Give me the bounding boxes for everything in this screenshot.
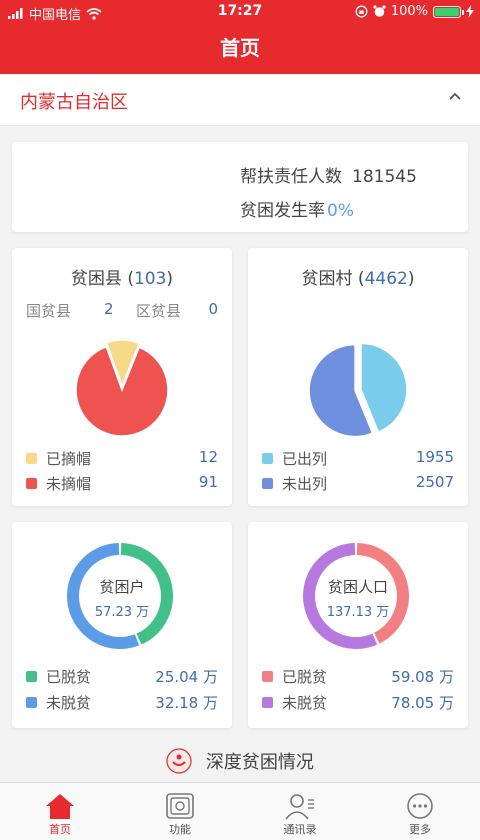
poverty-rate-label: 贫困发生率 [240,201,325,221]
contacts-icon [285,794,314,820]
slice-exited [360,342,408,433]
tab-home[interactable]: 首页 [20,791,100,837]
chevron-up-icon[interactable] [448,92,462,101]
legend-label: 未摘帽 [46,475,92,493]
county-pie-chart [75,340,169,437]
population-center-label: 贫困人口 137.13 万 [248,576,468,620]
legend-label: 已摘帽 [46,450,92,468]
household-title: 贫困户 [99,578,145,596]
deep-poverty-link[interactable]: 深度贫困情况 [0,748,480,778]
district-county-value: 0 [208,300,218,318]
legend-label: 已脱贫 [46,668,92,686]
village-card[interactable]: 贫困村 (4462) 已出列 1955 未出列 2507 [248,248,468,506]
legend-value: 91 [198,473,218,491]
population-card[interactable]: 贫困人口 137.13 万 已脱贫 59.08 万 未脱贫 78.05 万 [248,522,468,728]
legend-label: 未出列 [282,475,328,493]
legend-label: 已脱贫 [282,668,328,686]
legend-value: 1955 [415,448,454,466]
legend-swatch [262,453,273,464]
tab-function-label: 功能 [169,823,191,836]
legend-row: 未出列 2507 [262,473,454,495]
household-card[interactable]: 贫困户 57.23 万 已脱贫 25.04 万 未脱贫 32.18 万 [12,522,232,728]
legend-value: 32.18 万 [155,694,218,712]
legend-row: 已出列 1955 [262,448,454,470]
deep-poverty-icon [166,748,192,774]
legend-value: 2507 [415,473,454,491]
deep-poverty-label: 深度贫困情况 [205,752,314,773]
region-name: 内蒙古自治区 [20,92,128,113]
tab-contacts[interactable]: 通讯录 [260,791,340,837]
legend-value: 12 [198,448,218,466]
tab-contacts-label: 通讯录 [283,823,317,836]
tab-home-label: 首页 [49,823,71,836]
nav-bar: 首页 [0,24,480,74]
responsible-count-row: 帮扶责任人数 181545 [240,162,417,187]
legend-row: 未摘帽 91 [26,473,218,495]
legend-swatch [26,697,37,708]
county-title: 贫困县 (103) [70,269,174,289]
legend-row: 未脱贫 78.05 万 [262,692,454,714]
charging-icon [466,5,474,18]
legend-label: 已出列 [282,450,328,468]
legend-value: 78.05 万 [391,694,454,712]
population-title: 贫困人口 [327,578,388,596]
alarm-icon [373,5,386,17]
responsible-count-label: 帮扶责任人数 [240,167,342,187]
region-selector[interactable]: 内蒙古自治区 [0,74,480,126]
legend-row: 未脱贫 32.18 万 [26,692,218,714]
county-count: 103 [133,269,167,289]
household-center-label: 贫困户 57.23 万 [12,576,232,620]
poverty-rate-value: 0% [327,201,354,221]
county-title-label: 贫困县 [70,269,122,289]
battery-icon [433,5,464,18]
legend-value: 25.04 万 [155,668,218,686]
status-bar: 中国电信 17:27 100% [0,0,480,24]
national-county-value: 2 [104,300,114,318]
district-county-label: 区贫县 [136,302,182,320]
poverty-rate-row: 贫困发生率 0% [240,196,354,221]
village-title-label: 贫困村 [301,269,353,289]
tab-more[interactable]: 更多 [380,791,460,837]
legend-label: 未脱贫 [282,694,328,712]
rotation-lock-icon [355,5,368,18]
population-total: 137.13 万 [326,605,390,620]
tab-more-label: 更多 [409,823,431,836]
legend-label: 未脱贫 [46,694,92,712]
function-icon [166,793,194,819]
legend-swatch [26,453,37,464]
legend-swatch [262,697,273,708]
responsible-count-value: 181545 [352,167,417,187]
county-card[interactable]: 贫困县 (103) 国贫县 2 区贫县 0 已摘帽 12 未摘帽 91 [12,248,232,506]
status-right: 100% [355,4,474,19]
legend-row: 已摘帽 12 [26,448,218,470]
tab-bar: 首页 功能 通讯录 更多 [0,782,480,840]
legend-row: 已脱贫 59.08 万 [262,666,454,688]
national-county-label: 国贫县 [26,302,72,320]
page-title: 首页 [220,36,260,60]
battery-percent: 100% [390,4,428,19]
legend-value: 59.08 万 [391,668,454,686]
legend-swatch [262,478,273,489]
village-title: 贫困村 (4462) [301,269,415,289]
tab-function[interactable]: 功能 [140,791,220,837]
village-pie-chart [308,342,408,438]
more-icon [407,793,433,819]
legend-swatch [26,478,37,489]
summary-card: 帮扶责任人数 181545 贫困发生率 0% [12,142,468,232]
village-count: 4462 [364,269,408,289]
household-total: 57.23 万 [94,605,150,620]
legend-row: 已脱贫 25.04 万 [26,666,218,688]
legend-swatch [262,671,273,682]
home-icon [46,794,74,819]
legend-swatch [26,671,37,682]
